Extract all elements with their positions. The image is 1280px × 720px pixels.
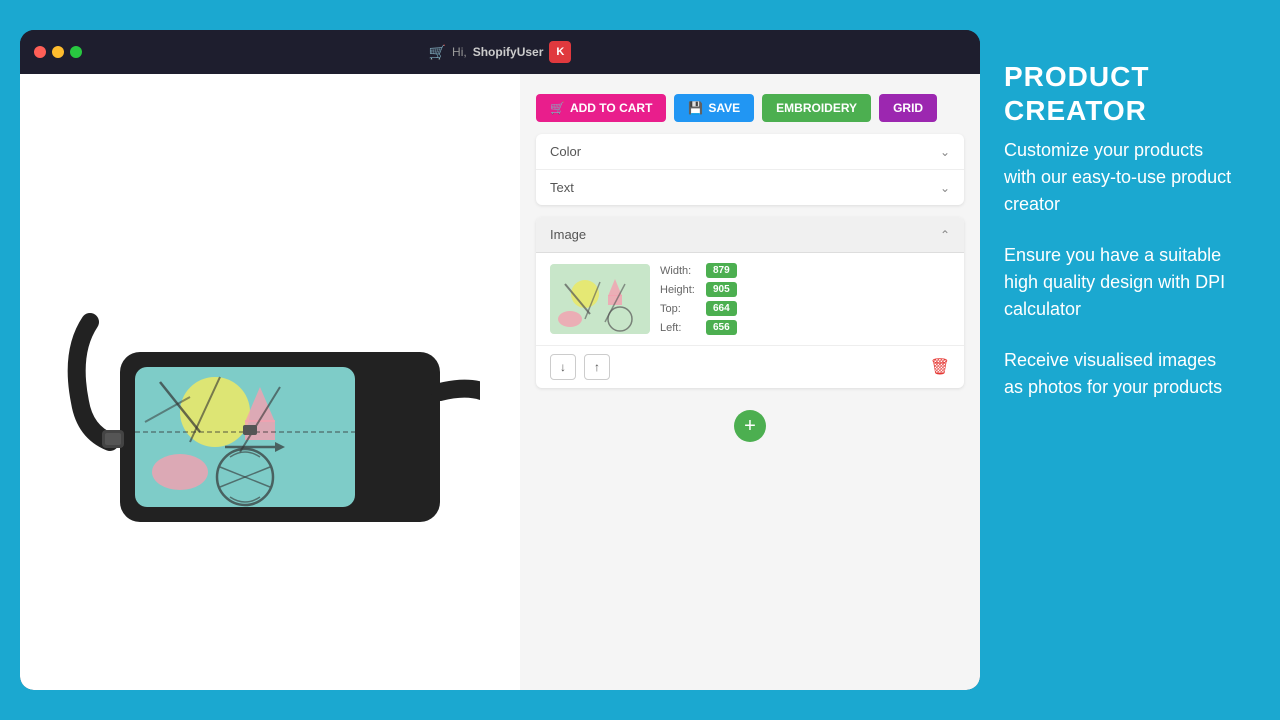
height-value: 905 bbox=[706, 282, 737, 297]
embroidery-button[interactable]: EMBROIDERY bbox=[762, 94, 871, 122]
save-button[interactable]: 💾 SAVE bbox=[674, 94, 754, 122]
save-icon: 💾 bbox=[688, 101, 703, 115]
top-stat: Top: 664 bbox=[660, 301, 950, 316]
delete-image-button[interactable]: 🗑 bbox=[930, 357, 950, 377]
hi-text: Hi, bbox=[452, 45, 467, 59]
action-buttons: 🛒 ADD TO CART 💾 SAVE EMBROIDERY GRID bbox=[536, 94, 964, 122]
grid-label: GRID bbox=[893, 101, 923, 115]
close-dot[interactable] bbox=[34, 46, 46, 58]
cart-btn-icon: 🛒 bbox=[550, 101, 565, 115]
left-value: 656 bbox=[706, 320, 737, 335]
image-section-label: Image bbox=[550, 227, 586, 242]
save-label: SAVE bbox=[708, 101, 740, 115]
left-label: Left: bbox=[660, 322, 698, 334]
text-chevron-icon: ⌄ bbox=[940, 181, 950, 195]
text-panel: PRODUCT CREATOR Customize your products … bbox=[980, 30, 1260, 690]
grid-button[interactable]: GRID bbox=[879, 94, 937, 122]
app-content: 🛒 ADD TO CART 💾 SAVE EMBROIDERY GRID bbox=[20, 74, 980, 690]
image-thumbnail bbox=[550, 264, 650, 334]
right-panel: 🛒 ADD TO CART 💾 SAVE EMBROIDERY GRID bbox=[520, 74, 980, 690]
width-stat: Width: 879 bbox=[660, 263, 950, 278]
arrow-buttons: ↓ ↑ bbox=[550, 354, 610, 380]
app-window: 🛒 Hi, ShopifyUser K bbox=[20, 30, 980, 690]
minimize-dot[interactable] bbox=[52, 46, 64, 58]
titlebar-center: 🛒 Hi, ShopifyUser K bbox=[429, 41, 572, 63]
product-creator-title: PRODUCT CREATOR bbox=[1004, 60, 1236, 127]
top-label: Top: bbox=[660, 303, 698, 315]
image-actions: ↓ ↑ 🗑 bbox=[536, 346, 964, 388]
left-stat: Left: 656 bbox=[660, 320, 950, 335]
add-button-row: + bbox=[536, 400, 964, 452]
feature2-text: Receive visualised images as photos for … bbox=[1004, 347, 1236, 401]
image-section: Image ⌃ bbox=[536, 217, 964, 388]
username-text: ShopifyUser bbox=[473, 45, 544, 59]
image-section-header[interactable]: Image ⌃ bbox=[536, 217, 964, 253]
move-up-button[interactable]: ↑ bbox=[584, 354, 610, 380]
fanny-pack-image bbox=[60, 202, 480, 562]
add-to-cart-label: ADD TO CART bbox=[570, 101, 652, 115]
window-controls bbox=[34, 46, 82, 58]
height-stat: Height: 905 bbox=[660, 282, 950, 297]
titlebar: 🛒 Hi, ShopifyUser K bbox=[20, 30, 980, 74]
cart-icon: 🛒 bbox=[429, 44, 446, 61]
top-value: 664 bbox=[706, 301, 737, 316]
image-chevron-icon: ⌃ bbox=[940, 228, 950, 242]
text-label: Text bbox=[550, 180, 574, 195]
subtitle-text: Customize your products with our easy-to… bbox=[1004, 137, 1236, 218]
width-value: 879 bbox=[706, 263, 737, 278]
embroidery-label: EMBROIDERY bbox=[776, 101, 857, 115]
product-area bbox=[20, 74, 520, 690]
image-stats: Width: 879 Height: 905 Top: 664 bbox=[660, 263, 950, 335]
feature1-text: Ensure you have a suitable high quality … bbox=[1004, 242, 1236, 323]
add-to-cart-button[interactable]: 🛒 ADD TO CART bbox=[536, 94, 666, 122]
text-dropdown[interactable]: Text ⌄ bbox=[536, 170, 964, 205]
dropdowns-section: Color ⌄ Text ⌄ bbox=[536, 134, 964, 205]
color-dropdown[interactable]: Color ⌄ bbox=[536, 134, 964, 170]
move-down-button[interactable]: ↓ bbox=[550, 354, 576, 380]
color-chevron-icon: ⌄ bbox=[940, 145, 950, 159]
maximize-dot[interactable] bbox=[70, 46, 82, 58]
outer-container: 🛒 Hi, ShopifyUser K bbox=[20, 30, 1260, 690]
width-label: Width: bbox=[660, 265, 698, 277]
user-avatar[interactable]: K bbox=[549, 41, 571, 63]
image-item: Width: 879 Height: 905 Top: 664 bbox=[536, 253, 964, 346]
height-label: Height: bbox=[660, 284, 698, 296]
add-image-button[interactable]: + bbox=[734, 410, 766, 442]
fanny-pack-container bbox=[50, 122, 490, 642]
color-label: Color bbox=[550, 144, 581, 159]
